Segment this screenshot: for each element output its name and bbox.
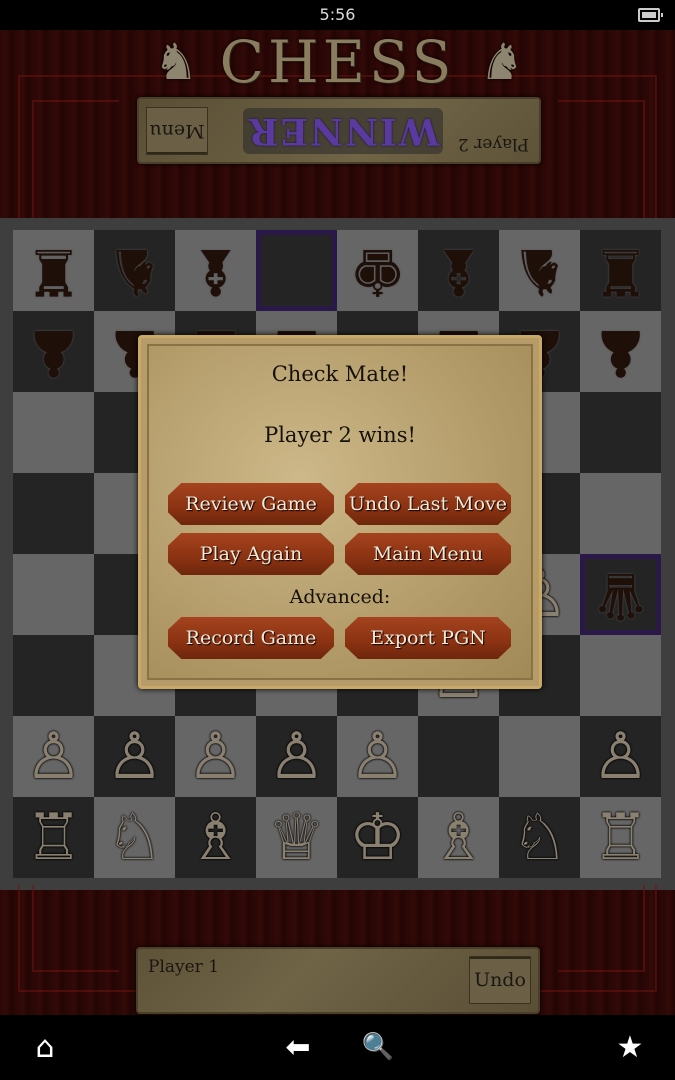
white-bishop-icon[interactable]: ♗ xyxy=(187,806,244,870)
winner-banner: WINNER xyxy=(243,108,443,154)
black-queen-icon[interactable]: ♛ xyxy=(592,558,649,632)
dialog-message: Player 2 wins! xyxy=(264,423,416,447)
board-square[interactable]: ♖ xyxy=(13,797,94,878)
board-square[interactable]: ♟ xyxy=(13,311,94,392)
white-rook-icon[interactable]: ♖ xyxy=(25,806,82,870)
app-title: CHESS xyxy=(219,28,456,96)
board-square[interactable]: ♜ xyxy=(580,230,661,311)
back-icon[interactable]: ⬅ xyxy=(280,1029,316,1065)
white-pawn-icon[interactable]: ♙ xyxy=(187,725,244,789)
board-square[interactable]: ♞ xyxy=(94,230,175,311)
black-bishop-icon[interactable]: ♝ xyxy=(430,234,487,308)
board-square[interactable] xyxy=(499,716,580,797)
board-square[interactable]: ♝ xyxy=(175,230,256,311)
search-icon[interactable]: 🔍 xyxy=(360,1029,396,1065)
white-queen-icon[interactable]: ♕ xyxy=(268,806,325,870)
board-square[interactable]: ♙ xyxy=(580,716,661,797)
board-square[interactable] xyxy=(580,392,661,473)
knight-icon: ♞ xyxy=(479,33,525,91)
board-square[interactable]: ♖ xyxy=(580,797,661,878)
board-square[interactable] xyxy=(13,473,94,554)
white-bishop-icon[interactable]: ♗ xyxy=(430,806,487,870)
navigation-bar: ⌂ ⬅ 🔍 ★ xyxy=(0,1015,675,1080)
white-pawn-icon[interactable]: ♙ xyxy=(268,725,325,789)
player-1-panel: Player 1 Undo xyxy=(136,947,540,1014)
decorative-frame xyxy=(32,100,119,232)
board-square[interactable]: ♙ xyxy=(337,716,418,797)
record-game-button[interactable]: Record Game xyxy=(168,617,334,659)
board-square[interactable]: ♗ xyxy=(175,797,256,878)
board-square[interactable]: ♝ xyxy=(418,230,499,311)
white-pawn-icon[interactable]: ♙ xyxy=(25,725,82,789)
board-square[interactable]: ♟ xyxy=(580,311,661,392)
black-pawn-icon[interactable]: ♟ xyxy=(25,315,82,389)
player-2-panel: Player 2 WINNER Menu xyxy=(137,97,541,164)
decorative-frame xyxy=(558,885,645,972)
home-icon[interactable]: ⌂ xyxy=(27,1029,63,1065)
board-square[interactable]: ♞ xyxy=(499,230,580,311)
black-bishop-icon[interactable]: ♝ xyxy=(187,234,244,308)
board-square[interactable]: ♙ xyxy=(13,716,94,797)
board-square[interactable]: ♘ xyxy=(94,797,175,878)
black-knight-icon[interactable]: ♞ xyxy=(106,234,163,308)
board-square[interactable]: ♕ xyxy=(256,797,337,878)
white-knight-icon[interactable]: ♘ xyxy=(106,806,163,870)
white-pawn-icon[interactable]: ♙ xyxy=(106,725,163,789)
board-square[interactable] xyxy=(256,230,337,311)
battery-icon xyxy=(638,8,663,22)
board-square[interactable] xyxy=(580,473,661,554)
clock: 5:56 xyxy=(319,5,356,24)
decorative-frame xyxy=(32,885,119,972)
white-king-icon[interactable]: ♔ xyxy=(349,806,406,870)
board-square[interactable] xyxy=(13,392,94,473)
board-square[interactable]: ♗ xyxy=(418,797,499,878)
status-bar: 5:56 xyxy=(0,0,675,30)
black-king-icon[interactable]: ♚ xyxy=(349,234,406,308)
undo-button[interactable]: Undo xyxy=(469,956,531,1004)
black-pawn-icon[interactable]: ♟ xyxy=(592,315,649,389)
game-over-dialog: Check Mate! Player 2 wins! Review Game U… xyxy=(138,335,542,689)
board-square[interactable] xyxy=(580,635,661,716)
white-pawn-icon[interactable]: ♙ xyxy=(592,725,649,789)
export-pgn-button[interactable]: Export PGN xyxy=(345,617,511,659)
player-2-label: Player 2 xyxy=(457,134,529,154)
board-square[interactable]: ♙ xyxy=(94,716,175,797)
board-square[interactable]: ♚ xyxy=(337,230,418,311)
main-menu-button[interactable]: Main Menu xyxy=(345,533,511,575)
black-rook-icon[interactable]: ♜ xyxy=(25,234,82,308)
board-square[interactable]: ♜ xyxy=(13,230,94,311)
dialog-title: Check Mate! xyxy=(271,362,409,386)
board-square[interactable]: ♙ xyxy=(175,716,256,797)
white-knight-icon[interactable]: ♘ xyxy=(511,806,568,870)
board-square[interactable]: ♘ xyxy=(499,797,580,878)
board-square[interactable]: ♙ xyxy=(256,716,337,797)
menu-button[interactable]: Menu xyxy=(146,107,208,155)
board-square[interactable] xyxy=(13,635,94,716)
black-knight-icon[interactable]: ♞ xyxy=(511,234,568,308)
player-1-label: Player 1 xyxy=(148,957,220,977)
advanced-label: Advanced: xyxy=(289,586,391,608)
white-rook-icon[interactable]: ♖ xyxy=(592,806,649,870)
play-again-button[interactable]: Play Again xyxy=(168,533,334,575)
board-square[interactable]: ♛ xyxy=(580,554,661,635)
undo-last-move-button[interactable]: Undo Last Move xyxy=(345,483,511,525)
white-pawn-icon[interactable]: ♙ xyxy=(349,725,406,789)
review-game-button[interactable]: Review Game xyxy=(168,483,334,525)
board-square[interactable] xyxy=(13,554,94,635)
star-icon[interactable]: ★ xyxy=(612,1029,648,1065)
board-square[interactable] xyxy=(418,716,499,797)
black-rook-icon[interactable]: ♜ xyxy=(592,234,649,308)
decorative-frame xyxy=(558,100,645,232)
board-square[interactable]: ♔ xyxy=(337,797,418,878)
